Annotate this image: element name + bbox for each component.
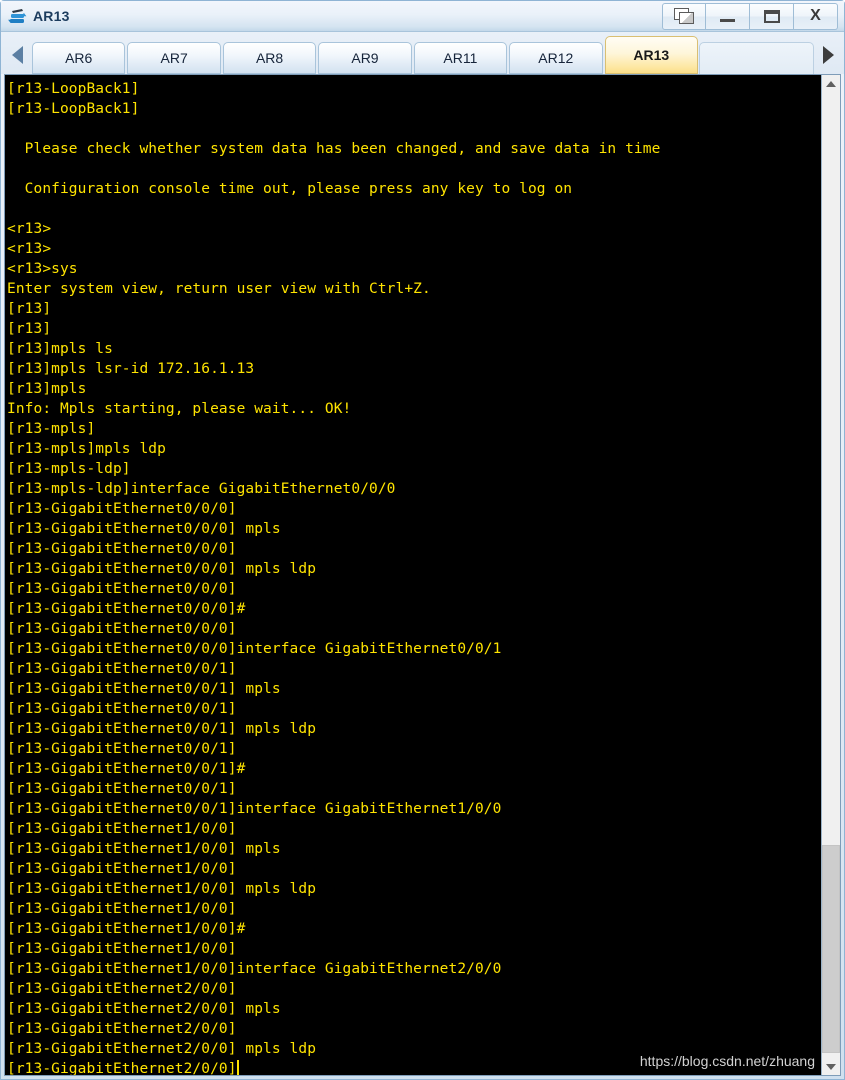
terminal-line: [r13]mpls ls: [7, 341, 113, 357]
tab-bar: AR6 AR7 AR8 AR9 AR11 AR12 AR13: [1, 32, 844, 74]
scrollbar-track[interactable]: [822, 92, 840, 1058]
tab-empty-area: [698, 42, 814, 74]
terminal-line: [r13-GigabitEthernet0/0/0] mpls ldp: [7, 561, 317, 577]
terminal-line: [r13-GigabitEthernet1/0/0]: [7, 901, 237, 917]
terminal-line: [r13-GigabitEthernet0/0/0]: [7, 501, 237, 517]
tab-list: AR6 AR7 AR8 AR9 AR11 AR12 AR13: [31, 36, 814, 74]
tab-scroll-right-button[interactable]: [814, 36, 842, 74]
tab-ar13[interactable]: AR13: [604, 36, 698, 74]
terminal-line: [r13-GigabitEthernet0/0/1] mpls: [7, 681, 281, 697]
title-bar: AR13 X: [1, 1, 844, 32]
terminal-line: [r13-LoopBack1]: [7, 81, 140, 97]
chevron-right-icon: [822, 46, 834, 64]
window-controls: X: [662, 2, 838, 30]
tab-ar6[interactable]: AR6: [32, 42, 126, 74]
tab-ar7[interactable]: AR7: [127, 42, 221, 74]
terminal-line: [r13-GigabitEthernet2/0/0]: [7, 981, 237, 997]
terminal-line: [r13-GigabitEthernet1/0/0]: [7, 861, 237, 877]
maximize-icon: [763, 9, 780, 23]
terminal-line: Info: Mpls starting, please wait... OK!: [7, 401, 352, 417]
scroll-down-button[interactable]: [822, 1058, 840, 1075]
maximize-button[interactable]: [750, 2, 794, 30]
terminal-line: [r13-GigabitEthernet2/0/0]: [7, 1021, 237, 1037]
scrollbar-thumb[interactable]: [822, 845, 840, 1054]
terminal-line: Configuration console time out, please p…: [7, 181, 573, 197]
terminal-line: [r13-mpls]: [7, 421, 96, 437]
terminal-line: Enter system view, return user view with…: [7, 281, 431, 297]
terminal-line: [r13-GigabitEthernet0/0/0]#: [7, 601, 246, 617]
scroll-up-button[interactable]: [822, 75, 840, 92]
minimize-icon: [720, 19, 735, 22]
tab-label: AR11: [443, 50, 478, 66]
terminal-line: [r13-LoopBack1]: [7, 101, 140, 117]
close-button[interactable]: X: [794, 2, 838, 30]
window-title: AR13: [33, 8, 70, 24]
console-window: AR13 X AR6 AR7 AR8 AR9 AR11 AR12 AR13 [r…: [0, 0, 845, 1080]
tab-label: AR7: [160, 50, 188, 66]
terminal-line: [r13-GigabitEthernet0/0/1]interface Giga…: [7, 801, 502, 817]
tab-label: AR12: [538, 50, 574, 66]
terminal-cursor: [236, 1060, 239, 1075]
restore-icon: [674, 8, 694, 24]
tab-label: AR8: [255, 50, 284, 66]
tab-ar11[interactable]: AR11: [413, 42, 508, 74]
terminal-line: [r13-GigabitEthernet0/0/0]: [7, 541, 237, 557]
terminal-line: [r13-GigabitEthernet2/0/0] mpls ldp: [7, 1041, 317, 1057]
terminal-line: [r13-GigabitEthernet1/0/0]interface Giga…: [7, 961, 502, 977]
tab-label: AR13: [633, 47, 670, 63]
terminal-prompt-text: [r13-GigabitEthernet2/0/0]: [7, 1061, 237, 1075]
tab-scroll-left-button[interactable]: [3, 36, 31, 74]
terminal-line: [r13-GigabitEthernet0/0/0] mpls: [7, 521, 281, 537]
terminal-line: [r13-GigabitEthernet1/0/0] mpls: [7, 841, 281, 857]
terminal-line: [r13-GigabitEthernet2/0/0] mpls: [7, 1001, 281, 1017]
chevron-left-icon: [11, 46, 23, 64]
minimize-button[interactable]: [706, 2, 750, 30]
terminal-line: [r13-GigabitEthernet1/0/0]: [7, 941, 237, 957]
terminal-line: [r13-mpls-ldp]interface GigabitEthernet0…: [7, 481, 396, 497]
terminal-line: [r13-GigabitEthernet0/0/1] mpls ldp: [7, 721, 317, 737]
terminal-line: [r13-mpls-ldp]: [7, 461, 131, 477]
terminal-line: [r13-GigabitEthernet1/0/0] mpls ldp: [7, 881, 317, 897]
tab-ar12[interactable]: AR12: [509, 42, 603, 74]
terminal-scrollbar[interactable]: [821, 75, 840, 1075]
terminal-panel: [r13-LoopBack1] [r13-LoopBack1] Please ch…: [4, 74, 841, 1076]
terminal-prompt-line: [r13-GigabitEthernet2/0/0]: [7, 1059, 821, 1075]
terminal-line: [r13-GigabitEthernet0/0/0]: [7, 581, 237, 597]
terminal-line: [r13]: [7, 301, 52, 317]
tab-ar9[interactable]: AR9: [318, 42, 412, 74]
tab-label: AR6: [65, 50, 93, 66]
terminal-line: <r13>: [7, 241, 52, 257]
close-icon: X: [810, 7, 821, 24]
terminal-line: [r13]mpls: [7, 381, 87, 397]
terminal-line: <r13>sys: [7, 261, 78, 277]
terminal-line: Please check whether system data has bee…: [7, 141, 661, 157]
terminal-line: [r13-GigabitEthernet0/0/1]: [7, 701, 237, 717]
caret-up-icon: [826, 80, 836, 87]
terminal-output[interactable]: [r13-LoopBack1] [r13-LoopBack1] Please ch…: [5, 75, 821, 1075]
restore-button[interactable]: [662, 2, 706, 30]
terminal-line: [r13]: [7, 321, 52, 337]
caret-down-icon: [826, 1063, 836, 1070]
router-icon: [8, 6, 28, 26]
terminal-line: [r13]mpls lsr-id 172.16.1.13: [7, 361, 255, 377]
terminal-line: [r13-GigabitEthernet1/0/0]#: [7, 921, 246, 937]
terminal-line: <r13>: [7, 221, 52, 237]
terminal-line: [r13-GigabitEthernet1/0/0]: [7, 821, 237, 837]
terminal-line: [r13-GigabitEthernet0/0/1]: [7, 661, 237, 677]
terminal-line: [r13-GigabitEthernet0/0/1]: [7, 781, 237, 797]
terminal-line: [r13-GigabitEthernet0/0/0]: [7, 621, 237, 637]
tab-label: AR9: [351, 50, 379, 66]
terminal-line: [r13-GigabitEthernet0/0/1]: [7, 741, 237, 757]
terminal-line: [r13-GigabitEthernet0/0/1]#: [7, 761, 246, 777]
terminal-line: [r13-GigabitEthernet0/0/0]interface Giga…: [7, 641, 502, 657]
tab-ar8[interactable]: AR8: [222, 42, 317, 74]
terminal-line: [r13-mpls]mpls ldp: [7, 441, 166, 457]
